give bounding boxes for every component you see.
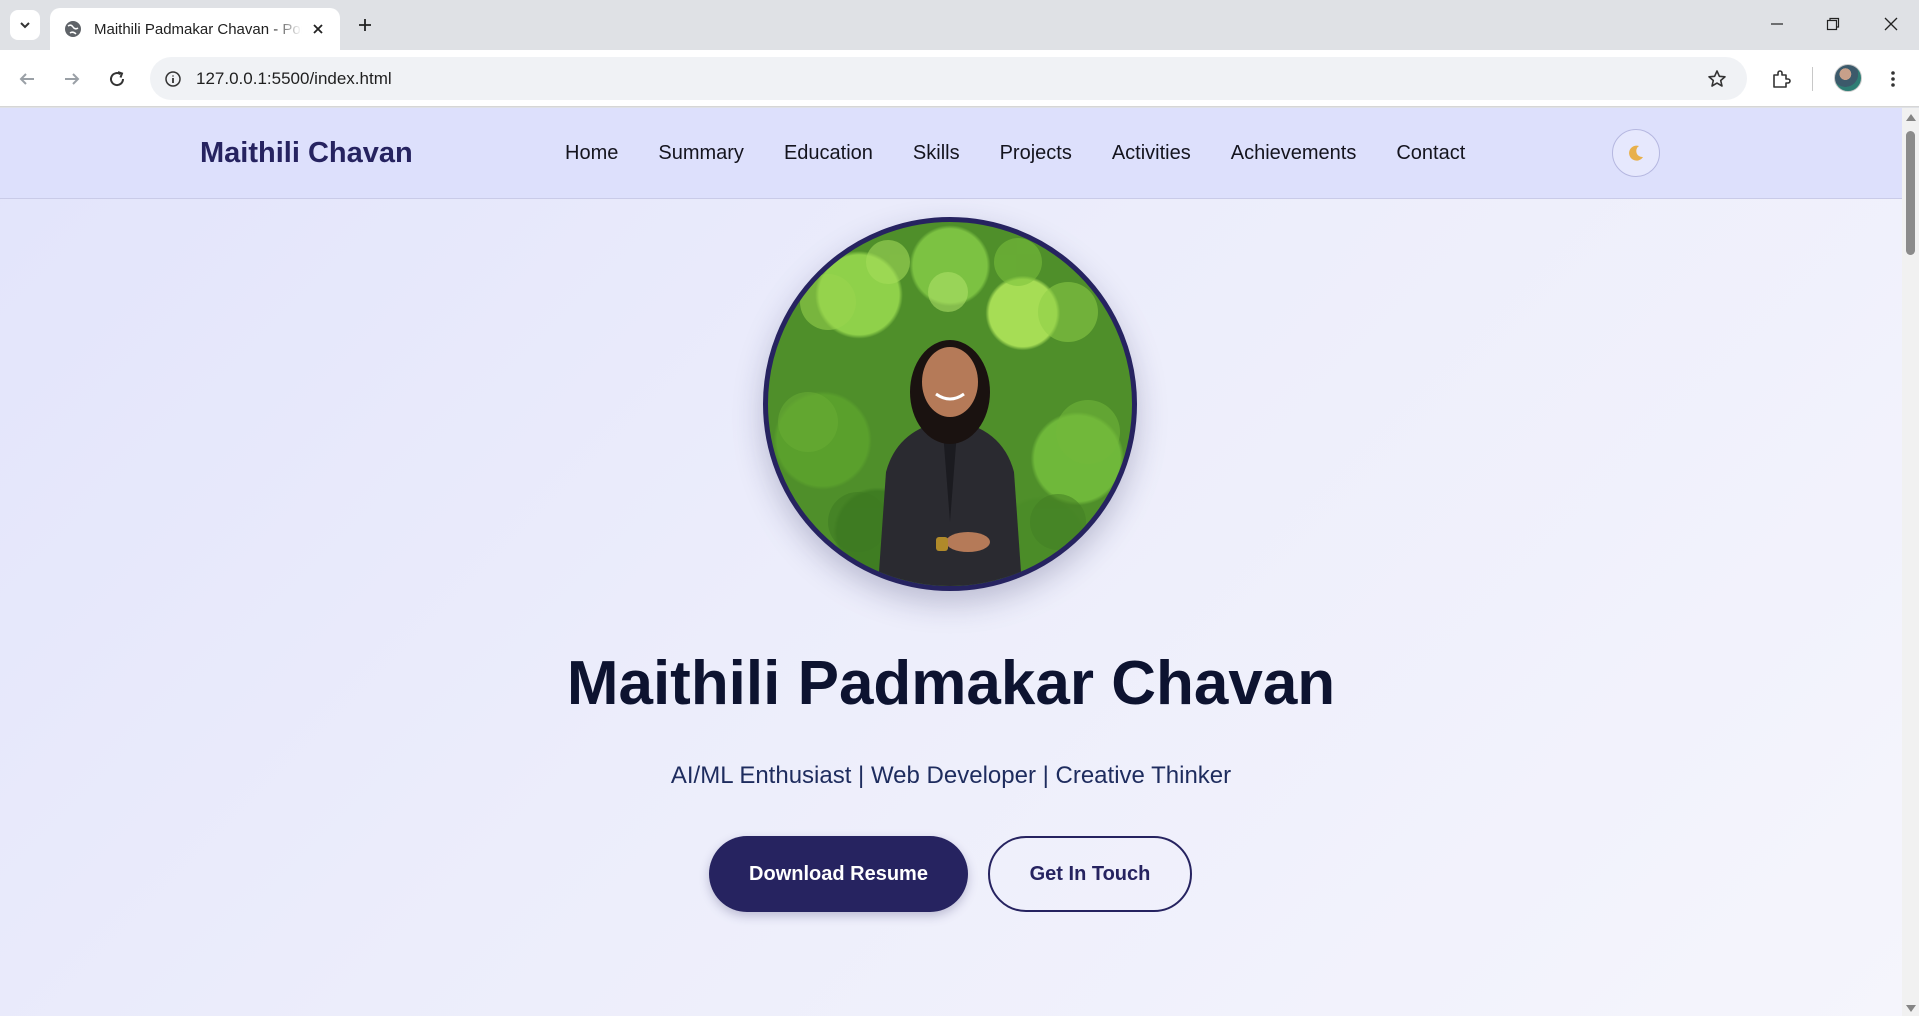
site-brand[interactable]: Maithili Chavan (200, 137, 413, 170)
person-photo-illustration (778, 238, 1120, 586)
minimize-icon (1771, 23, 1783, 25)
reload-button[interactable] (102, 64, 132, 94)
page-viewport: Maithili Chavan Home Summary Education S… (0, 108, 1902, 1016)
nav-education[interactable]: Education (784, 142, 873, 165)
hero-tagline: AI/ML Enthusiast | Web Developer | Creat… (670, 762, 1232, 789)
scroll-down-arrow-icon[interactable] (1906, 1005, 1916, 1012)
toolbar-divider (1812, 67, 1813, 91)
download-resume-button[interactable]: Download Resume (709, 836, 968, 912)
forward-button[interactable] (57, 64, 87, 94)
nav-contact[interactable]: Contact (1396, 142, 1465, 165)
moon-icon (1629, 145, 1643, 161)
forward-arrow-icon (65, 73, 80, 85)
address-bar[interactable]: 127.0.0.1:5500/index.html (150, 57, 1747, 100)
hero-name: Maithili Padmakar Chavan (566, 649, 1336, 718)
get-in-touch-button[interactable]: Get In Touch (988, 836, 1192, 912)
theme-toggle-button[interactable] (1612, 129, 1660, 177)
close-tab-icon[interactable] (308, 19, 328, 39)
site-info-icon[interactable] (158, 64, 188, 94)
browser-toolbar: 127.0.0.1:5500/index.html (0, 50, 1919, 107)
restore-button[interactable] (1810, 6, 1856, 42)
new-tab-button[interactable] (352, 12, 378, 38)
globe-icon (65, 21, 81, 37)
site-navbar: Maithili Chavan Home Summary Education S… (0, 108, 1902, 199)
page-scrollbar[interactable] (1902, 108, 1919, 1016)
close-icon (1884, 17, 1898, 31)
minimize-button[interactable] (1754, 6, 1800, 42)
nav-achievements[interactable]: Achievements (1231, 142, 1357, 165)
nav-skills[interactable]: Skills (913, 142, 960, 165)
nav-activities[interactable]: Activities (1112, 142, 1191, 165)
browser-tab[interactable]: Maithili Padmakar Chavan - Portfolio (50, 8, 340, 50)
puzzle-icon (1773, 70, 1791, 88)
tab-strip: Maithili Padmakar Chavan - Portfolio (0, 0, 1919, 50)
url-text: 127.0.0.1:5500/index.html (196, 68, 392, 88)
nav-links: Home Summary Education Skills Projects A… (565, 142, 1505, 165)
profile-photo (763, 217, 1137, 591)
scroll-up-arrow-icon[interactable] (1906, 114, 1916, 121)
kebab-menu-icon (1891, 71, 1895, 87)
nav-summary[interactable]: Summary (658, 142, 744, 165)
back-arrow-icon (19, 73, 34, 85)
browser-menu-button[interactable] (1878, 64, 1908, 94)
close-window-button[interactable] (1868, 6, 1914, 42)
tab-search-button[interactable] (10, 10, 40, 40)
chevron-down-icon (20, 22, 30, 29)
profile-avatar[interactable] (1834, 64, 1862, 92)
nav-projects[interactable]: Projects (1000, 142, 1072, 165)
tab-title: Maithili Padmakar Chavan - Portfolio (94, 20, 302, 38)
back-button[interactable] (12, 64, 42, 94)
scrollbar-thumb[interactable] (1906, 131, 1915, 255)
reload-icon (110, 71, 125, 87)
nav-home[interactable]: Home (565, 142, 618, 165)
restore-icon (1826, 17, 1840, 31)
extensions-button[interactable] (1766, 64, 1796, 94)
bookmark-star-icon[interactable] (1705, 67, 1729, 91)
plus-icon (359, 19, 371, 31)
